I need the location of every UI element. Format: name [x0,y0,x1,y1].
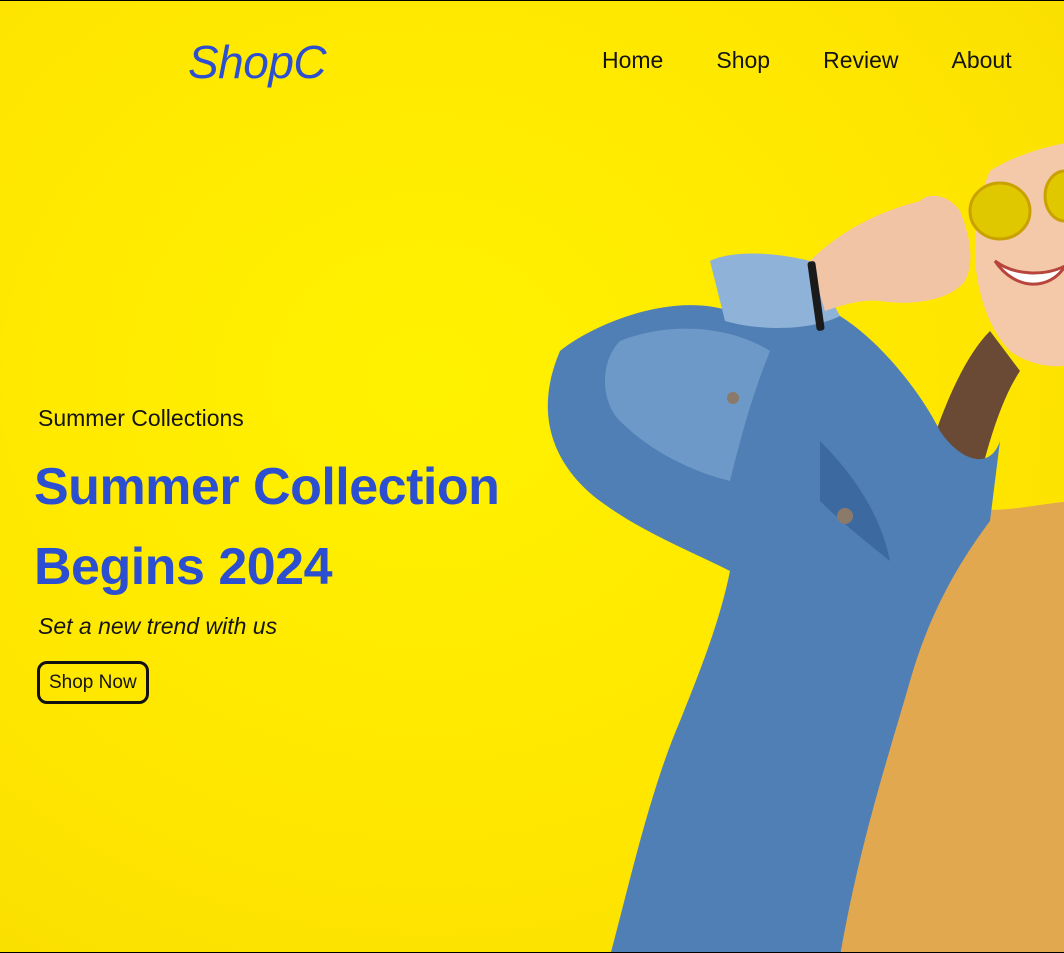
shop-now-button[interactable]: Shop Now [37,661,149,704]
nav-menu: Home Shop Review About [602,47,1012,74]
hero-headline-line1: Summer Collection [34,458,500,516]
hero-section: Summer Collections Summer Collection Beg… [34,401,594,704]
jacket-button [727,392,739,404]
nav-link-review[interactable]: Review [823,47,898,73]
brand-logo[interactable]: ShopC [188,35,327,89]
hero-image [547,143,1064,952]
hand [810,195,971,311]
nav-item-review: Review [823,47,898,74]
sunglasses-lens [968,181,1032,241]
hero-headline: Summer Collection Begins 2024 [34,447,594,607]
jacket-button [837,508,853,524]
landing-page: ShopC Home Shop Review About Summer Coll… [0,1,1064,952]
face [975,143,1064,367]
nav-item-about: About [952,47,1012,74]
hero-headline-line2: Begins 2024 [34,538,333,596]
nav-item-shop: Shop [716,47,770,74]
nav-link-home[interactable]: Home [602,47,663,73]
navbar: ShopC Home Shop Review About [0,1,1064,121]
nav-link-shop[interactable]: Shop [716,47,770,73]
nav-item-home: Home [602,47,663,74]
nav-link-about[interactable]: About [952,47,1012,73]
hero-eyebrow: Summer Collections [38,405,244,431]
hero-tagline: Set a new trend with us [38,613,278,639]
